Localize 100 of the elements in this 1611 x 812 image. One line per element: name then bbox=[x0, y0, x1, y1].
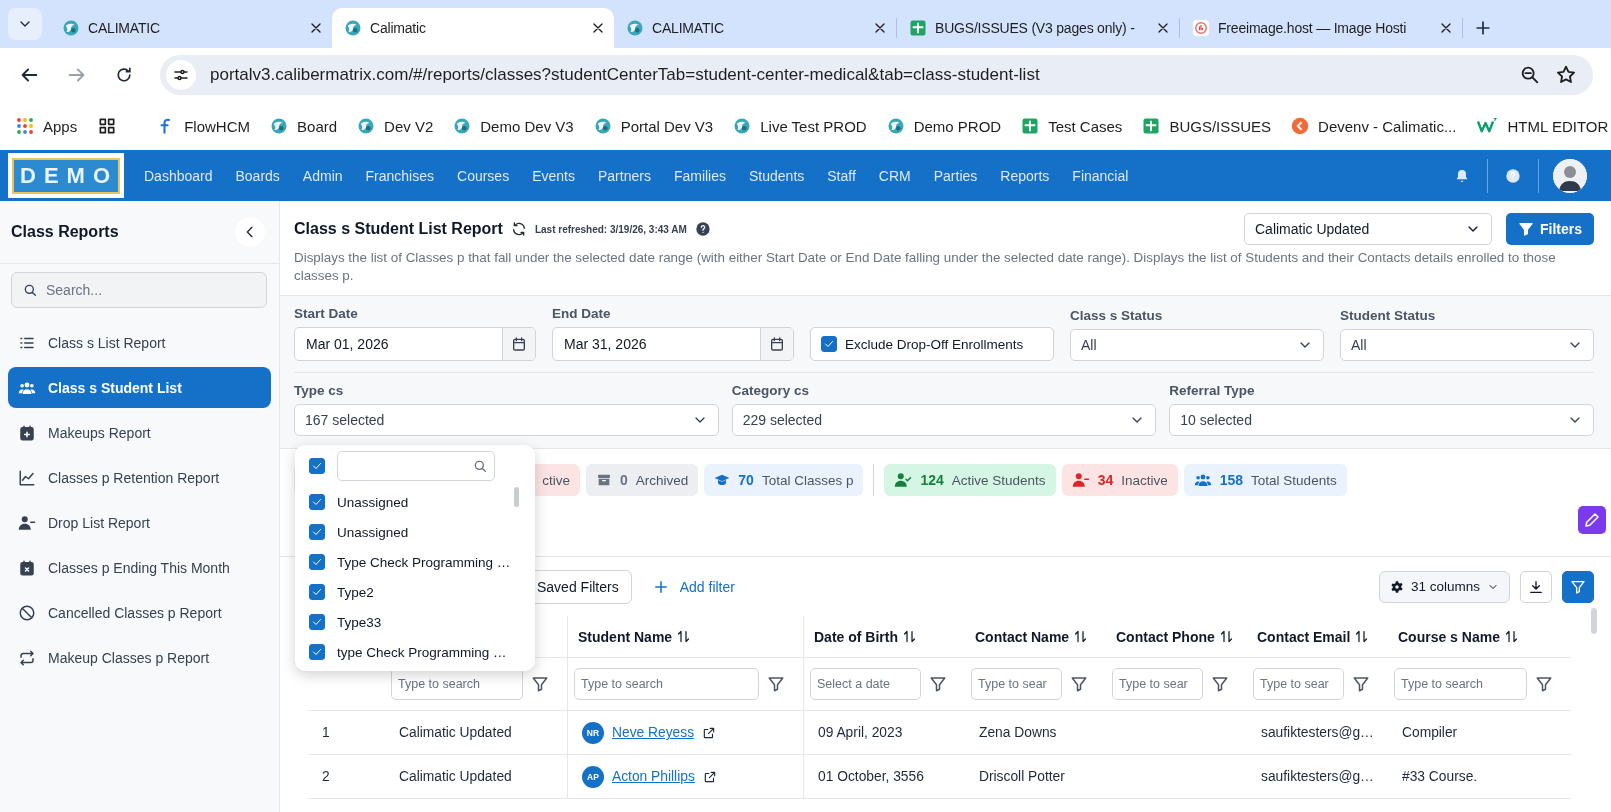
column-header[interactable]: Course s Name bbox=[1398, 628, 1500, 645]
search-filter-field[interactable]: Type to sear bbox=[971, 668, 1062, 700]
filter-icon[interactable] bbox=[1211, 675, 1229, 693]
option-label[interactable]: Unassigned bbox=[337, 494, 409, 510]
select-all-checkbox[interactable] bbox=[309, 458, 325, 474]
address-bar[interactable]: portalv3.calibermatrix.com/#/reports/classes?studentCenterTab=student-center-medical&tab=class-student-list bbox=[160, 55, 1593, 95]
column-header[interactable]: Contact Email bbox=[1257, 628, 1351, 645]
bookmark[interactable]: BUGS/ISSUES bbox=[1142, 117, 1272, 135]
bookmark[interactable]: Apps bbox=[16, 117, 78, 135]
sort-icon[interactable] bbox=[1218, 629, 1234, 644]
add-filter-link[interactable]: Add filter bbox=[651, 577, 735, 596]
columns-select[interactable]: 31 columns bbox=[1378, 570, 1510, 603]
download-button[interactable] bbox=[1520, 570, 1552, 603]
option-label[interactable]: Type2 bbox=[337, 584, 374, 600]
avatar[interactable] bbox=[1553, 158, 1587, 193]
bookmark[interactable]: Demo Dev V3 bbox=[453, 117, 574, 135]
bookmark[interactable]: Dev V2 bbox=[357, 117, 434, 135]
sidebar-item[interactable]: Makeup Classes p Report bbox=[8, 637, 271, 678]
nav-item[interactable]: Events bbox=[532, 167, 575, 184]
filter-icon[interactable] bbox=[1352, 675, 1370, 693]
option-label[interactable]: type Check Programming … bbox=[337, 644, 507, 660]
tab-groups-icon[interactable] bbox=[97, 116, 118, 136]
select-field[interactable]: 10 selected bbox=[1169, 404, 1594, 436]
filter-icon[interactable] bbox=[1535, 675, 1553, 693]
nav-item[interactable]: Financial bbox=[1072, 167, 1129, 184]
sort-icon[interactable] bbox=[1503, 629, 1519, 644]
nav-item[interactable]: Admin bbox=[302, 167, 343, 184]
select-field[interactable]: 229 selected bbox=[731, 404, 1157, 436]
help-icon[interactable] bbox=[694, 221, 711, 237]
bookmark[interactable]: Portal Dev V3 bbox=[593, 117, 714, 135]
sidebar-item[interactable]: Classes p Retention Report bbox=[8, 457, 271, 498]
search-filter-field[interactable]: Type to sear bbox=[1112, 668, 1203, 700]
scrollbar-thumb[interactable] bbox=[514, 487, 519, 507]
checkbox[interactable] bbox=[309, 524, 325, 540]
option-label[interactable]: Unassigned bbox=[337, 524, 409, 540]
student-link[interactable]: Neve Reyess bbox=[612, 725, 695, 740]
sidebar-item[interactable]: Class s Student List bbox=[8, 367, 271, 408]
select-field[interactable]: All bbox=[1340, 329, 1594, 361]
browser-tab[interactable]: Calimatic bbox=[332, 8, 614, 48]
nav-item[interactable]: Franchises bbox=[365, 167, 434, 184]
column-header[interactable]: Student Name bbox=[578, 628, 673, 645]
checkbox[interactable] bbox=[821, 336, 837, 352]
student-link[interactable]: Acton Phillips bbox=[612, 769, 695, 784]
select-field[interactable]: All bbox=[1070, 329, 1324, 361]
reload-icon[interactable] bbox=[114, 65, 134, 85]
column-header[interactable]: Contact Phone bbox=[1116, 628, 1215, 645]
sidebar-item[interactable]: Drop List Report bbox=[8, 502, 271, 543]
exclude-dropoff-checkbox[interactable]: Exclude Drop-Off Enrollments bbox=[810, 327, 1054, 361]
nav-item[interactable]: Dashboard bbox=[144, 167, 213, 184]
sidebar-item[interactable]: Classes p Ending This Month bbox=[8, 547, 271, 588]
sort-icon[interactable] bbox=[676, 629, 692, 644]
option-label[interactable]: Type Check Programming … bbox=[337, 554, 511, 570]
nav-item[interactable]: Staff bbox=[827, 167, 856, 184]
date-field[interactable]: Mar 01, 2026 bbox=[294, 327, 536, 361]
dropdown-search-field[interactable] bbox=[337, 451, 495, 481]
filter-icon[interactable] bbox=[1070, 675, 1088, 693]
filter-icon[interactable] bbox=[929, 675, 947, 693]
company-select[interactable]: Calimatic Updated bbox=[1244, 213, 1492, 245]
nav-item[interactable]: Students bbox=[749, 167, 805, 184]
search-filter-field[interactable]: Type to search bbox=[574, 668, 759, 700]
bookmark[interactable]: Live Test PROD bbox=[733, 117, 867, 135]
nav-item[interactable]: Partners bbox=[597, 167, 651, 184]
bookmark[interactable]: HTML EDITOR bbox=[1476, 117, 1609, 135]
checkbox[interactable] bbox=[309, 494, 325, 510]
sort-icon[interactable] bbox=[902, 629, 917, 644]
bookmark[interactable]: Demo PROD bbox=[886, 117, 1002, 135]
external-link-icon[interactable] bbox=[702, 725, 717, 740]
sort-icon[interactable] bbox=[1354, 629, 1370, 644]
external-link-icon[interactable] bbox=[702, 769, 717, 784]
checkbox[interactable] bbox=[309, 644, 325, 660]
sidebar-item[interactable]: Cancelled Classes p Report bbox=[8, 592, 271, 633]
scrollbar-thumb[interactable] bbox=[1591, 608, 1597, 634]
bookmark[interactable]: Board bbox=[270, 117, 338, 135]
bookmark[interactable]: Devenv - Calimatic... bbox=[1291, 117, 1457, 135]
filter-toggle-button[interactable] bbox=[1562, 570, 1594, 603]
column-header[interactable]: Contact Name bbox=[975, 628, 1070, 645]
option-label[interactable]: Type33 bbox=[337, 614, 382, 630]
select-field[interactable]: 167 selected bbox=[294, 404, 719, 436]
collapse-button[interactable] bbox=[235, 217, 265, 247]
nav-item[interactable]: Families bbox=[673, 167, 726, 184]
pen-button[interactable] bbox=[1578, 506, 1606, 534]
nav-item[interactable]: Courses bbox=[457, 167, 510, 184]
filter-icon[interactable] bbox=[531, 675, 549, 693]
search-field[interactable]: Search... bbox=[11, 272, 267, 308]
bookmark[interactable]: Test Cases bbox=[1021, 117, 1123, 135]
column-header[interactable]: Date of Birth bbox=[814, 628, 898, 645]
bookmark[interactable]: FlowHCM bbox=[157, 117, 251, 135]
browser-tab[interactable]: BUGS/ISSUES (V3 pages only) - bbox=[897, 8, 1179, 48]
sort-icon[interactable] bbox=[1073, 629, 1089, 644]
nav-item[interactable]: CRM bbox=[878, 167, 911, 184]
sidebar-item[interactable]: Makeups Report bbox=[8, 412, 271, 453]
browser-tab[interactable]: CALIMATIC bbox=[50, 8, 332, 48]
checkbox[interactable] bbox=[309, 584, 325, 600]
nav-item[interactable]: Boards bbox=[235, 167, 280, 184]
date-filter-field[interactable]: Select a date bbox=[810, 668, 921, 700]
checkbox[interactable] bbox=[309, 614, 325, 630]
browser-tab[interactable]: Freeimage.host — Image Hosti bbox=[1180, 8, 1462, 48]
search-filter-field[interactable]: Type to search bbox=[1394, 668, 1527, 700]
star-icon[interactable] bbox=[1555, 64, 1577, 86]
refresh-icon[interactable] bbox=[510, 221, 527, 237]
